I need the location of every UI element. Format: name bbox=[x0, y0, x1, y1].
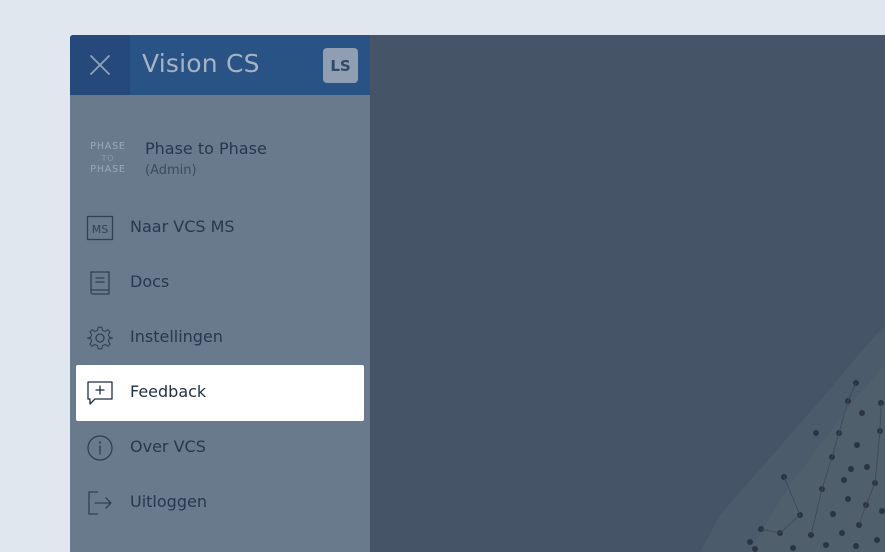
menu-item-instellingen[interactable]: Instellingen bbox=[76, 310, 364, 366]
menu-item-docs[interactable]: Docs bbox=[76, 255, 364, 311]
gear-icon bbox=[86, 324, 114, 352]
menu-item-naar-vcs-ms[interactable]: MS Naar VCS MS bbox=[76, 200, 364, 256]
book-icon bbox=[86, 269, 114, 297]
close-button[interactable] bbox=[70, 35, 130, 95]
app-window: Vision CS LS PHASE TO PHASE Phase to Pha… bbox=[70, 35, 885, 552]
close-icon bbox=[90, 55, 110, 75]
menu-item-uitloggen[interactable]: Uitloggen bbox=[76, 475, 364, 531]
info-icon bbox=[86, 434, 114, 462]
map-canvas[interactable] bbox=[370, 35, 885, 552]
logo-text-bottom: PHASE bbox=[90, 164, 126, 175]
menu-item-feedback[interactable]: Feedback bbox=[76, 365, 364, 421]
organization-role: (Admin) bbox=[145, 163, 197, 178]
organization-info: PHASE TO PHASE Phase to Phase (Admin) bbox=[87, 139, 357, 185]
logo-text-mid: TO bbox=[101, 153, 115, 163]
ms-icon: MS bbox=[86, 214, 114, 242]
sidebar-menu: Vision CS LS PHASE TO PHASE Phase to Pha… bbox=[70, 35, 370, 552]
menu-item-label: Over VCS bbox=[130, 437, 206, 456]
user-avatar-badge[interactable]: LS bbox=[323, 48, 358, 83]
organization-name: Phase to Phase bbox=[145, 139, 267, 158]
sidebar-header: Vision CS LS bbox=[70, 35, 370, 95]
logout-icon bbox=[86, 489, 114, 517]
ms-icon-text: MS bbox=[92, 223, 108, 236]
menu-item-label: Uitloggen bbox=[130, 492, 207, 511]
map-view[interactable] bbox=[370, 35, 885, 552]
logo-text-top: PHASE bbox=[90, 141, 126, 152]
app-title: Vision CS bbox=[142, 49, 260, 78]
menu-item-label: Feedback bbox=[130, 382, 207, 401]
organization-logo: PHASE TO PHASE bbox=[87, 141, 129, 176]
feedback-icon bbox=[86, 379, 114, 407]
menu-item-label: Docs bbox=[130, 272, 170, 291]
menu-item-over-vcs[interactable]: Over VCS bbox=[76, 420, 364, 476]
menu-item-label: Instellingen bbox=[130, 327, 223, 346]
menu-item-label: Naar VCS MS bbox=[130, 217, 235, 236]
